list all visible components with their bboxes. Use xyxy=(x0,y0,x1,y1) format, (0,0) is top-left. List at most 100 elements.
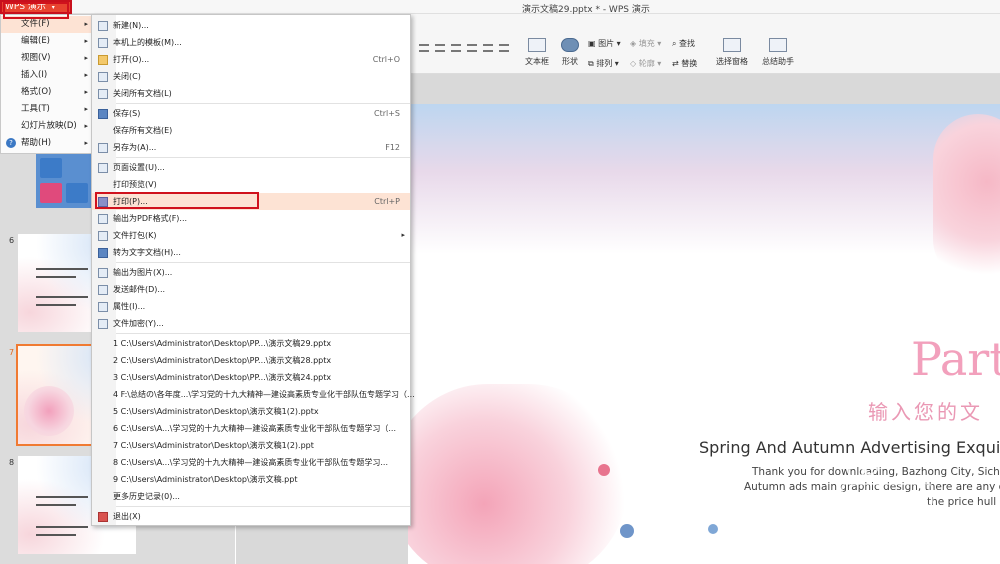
menu-insert[interactable]: 插入(I) ▸ xyxy=(1,67,91,84)
menu-item-package[interactable]: 文件打包(K) ▸ xyxy=(92,227,410,244)
menu-format-label: 格式(O) xyxy=(21,87,52,97)
align-left-icon[interactable] xyxy=(419,44,429,52)
arrange-icon: ⧉ xyxy=(588,59,594,68)
arrange-button[interactable]: ⧉ 排列 ▾ xyxy=(588,58,619,69)
watermark-logo-graphic xyxy=(841,457,933,507)
shape-button[interactable]: 形状 xyxy=(561,38,579,67)
slide-cn-subtitle[interactable]: 输入您的文 xyxy=(868,396,983,425)
summary-assistant-button[interactable]: 总结助手 xyxy=(762,38,794,67)
main-menu: 文件(F) ▸ 编辑(E) ▸ 视图(V) ▸ 插入(I) ▸ 格式(O) ▸ 工具(T)… xyxy=(0,14,92,154)
menu-item-exit[interactable]: 退出(X) xyxy=(92,508,410,525)
recent-file-item[interactable]: 8 C:\Users\A...\学习党的十九大精神—建设高素质专业化干部队伍专题… xyxy=(92,454,410,471)
menu-edit[interactable]: 编辑(E) ▸ xyxy=(1,33,91,50)
recent-file-item[interactable]: 6 C:\Users\A...\学习党的十九大精神—建设高素质专业化干部队伍专题… xyxy=(92,420,410,437)
align-right-icon[interactable] xyxy=(451,44,461,52)
menu-item-shortcut: Ctrl+P xyxy=(374,197,400,206)
chevron-right-icon: ▸ xyxy=(84,105,88,113)
menu-slideshow[interactable]: 幻灯片放映(D) ▸ xyxy=(1,118,91,135)
fill-button[interactable]: ◈ 填充 ▾ xyxy=(630,38,661,49)
chevron-right-icon: ▸ xyxy=(84,122,88,130)
menu-item-label: 另存为(A)... xyxy=(113,143,157,152)
thumbnail-text-line xyxy=(36,534,76,536)
file-menu-dropdown: 新建(N)... 本机上的模板(M)... 打开(O)... Ctrl+O 关闭(… xyxy=(91,14,415,526)
save-as-icon xyxy=(98,143,108,153)
menu-separator xyxy=(116,103,410,104)
file-menu-highlight-box xyxy=(3,2,69,19)
recent-file-item[interactable]: 3 C:\Users\Administrator\Desktop\PP...\演… xyxy=(92,369,410,386)
menu-help[interactable]: ? 帮助(H) ▸ xyxy=(1,135,91,152)
thumbnail-5-partial[interactable] xyxy=(36,154,92,208)
menu-item-save[interactable]: 保存(S) Ctrl+S xyxy=(92,105,410,122)
title-bar: WPS 演示 ▾ 演示文稿29.pptx * - WPS 演示 xyxy=(0,0,1000,15)
summary-assistant-icon xyxy=(769,38,787,52)
align-justify-icon[interactable] xyxy=(467,44,477,52)
thumbnail-text-line xyxy=(36,304,76,306)
menu-item-export-pdf[interactable]: 输出为PDF格式(F)... xyxy=(92,210,410,227)
slide-part-title[interactable]: Part xyxy=(911,332,1000,386)
picture-label: 图片 xyxy=(598,39,615,48)
menu-slideshow-label: 幻灯片放映(D) xyxy=(21,121,77,131)
menu-item-print-preview[interactable]: 打印预览(V) xyxy=(92,176,410,193)
menu-item-local-template[interactable]: 本机上的模板(M)... xyxy=(92,34,410,51)
menu-item-export-image[interactable]: 输出为图片(X)... xyxy=(92,264,410,281)
menu-item-label: 关闭所有文档(L) xyxy=(113,89,172,98)
outline-button[interactable]: ◇ 轮廓 ▾ xyxy=(630,58,661,69)
recent-file-item[interactable]: 9 C:\Users\Administrator\Desktop\演示文稿.pp… xyxy=(92,471,410,488)
menu-item-label: 发送邮件(D)... xyxy=(113,285,166,294)
menu-item-shortcut: F12 xyxy=(385,143,400,152)
chevron-right-icon: ▸ xyxy=(84,54,88,62)
menu-item-close-all[interactable]: 关闭所有文档(L) xyxy=(92,85,410,102)
menu-item-properties[interactable]: 属性(I)... xyxy=(92,298,410,315)
recent-file-path: 8 C:\Users\A...\学习党的十九大精神—建设高素质专业化干部队伍专题… xyxy=(113,458,388,467)
recent-file-item[interactable]: 5 C:\Users\Administrator\Desktop\演示文稿1(2… xyxy=(92,403,410,420)
menu-item-more-history[interactable]: 更多历史记录(0)... xyxy=(92,488,410,505)
picture-button[interactable]: ▣ 图片 ▾ xyxy=(588,38,621,49)
video-icon xyxy=(66,183,88,203)
select-pane-icon xyxy=(723,38,741,52)
folder-icon xyxy=(98,55,108,65)
align-center-icon[interactable] xyxy=(435,44,445,52)
pdf-icon xyxy=(98,214,108,224)
menu-item-label: 输出为PDF格式(F)... xyxy=(113,214,188,223)
menu-item-send-mail[interactable]: 发送邮件(D)... xyxy=(92,281,410,298)
recent-file-path: 7 C:\Users\Administrator\Desktop\演示文稿1(2… xyxy=(113,441,314,450)
menu-format[interactable]: 格式(O) ▸ xyxy=(1,84,91,101)
menu-item-save-all[interactable]: 保存所有文档(E) xyxy=(92,122,410,139)
menu-item-to-text-doc[interactable]: 转为文字文档(H)... xyxy=(92,244,410,261)
menu-item-close[interactable]: 关闭(C) xyxy=(92,68,410,85)
recent-file-item[interactable]: 1 C:\Users\Administrator\Desktop\PP...\演… xyxy=(92,335,410,352)
flower-illustration xyxy=(933,114,1000,284)
menu-item-page-setup[interactable]: 页面设置(U)... xyxy=(92,159,410,176)
replace-label: 替换 xyxy=(681,59,698,68)
recent-file-path: 6 C:\Users\A...\学习党的十九大精神—建设高素质专业化干部队伍专题… xyxy=(113,424,396,433)
menu-item-encrypt[interactable]: 文件加密(Y)... xyxy=(92,315,410,332)
find-label: 查找 xyxy=(679,39,696,48)
thumbnail-text-line xyxy=(36,496,88,498)
print-highlight-box xyxy=(95,192,259,209)
convert-doc-icon xyxy=(98,248,108,258)
menu-view[interactable]: 视图(V) ▸ xyxy=(1,50,91,67)
distribute-icon[interactable] xyxy=(483,44,493,52)
menu-item-label: 保存(S) xyxy=(113,109,141,118)
menu-tools[interactable]: 工具(T) ▸ xyxy=(1,101,91,118)
summary-assistant-label: 总结助手 xyxy=(762,57,794,66)
textbox-button[interactable]: 文本框 xyxy=(525,38,549,67)
recent-file-item[interactable]: 7 C:\Users\Administrator\Desktop\演示文稿1(2… xyxy=(92,437,410,454)
menu-item-save-as[interactable]: 另存为(A)... F12 xyxy=(92,139,410,156)
menu-item-label: 转为文字文档(H)... xyxy=(113,248,181,257)
find-button[interactable]: ⌕ 查找 xyxy=(672,38,695,49)
recent-file-item[interactable]: 4 F:\总结の\各年度...\学习党的十九大精神—建设高素质专业化干部队伍专题… xyxy=(92,386,415,403)
select-pane-button[interactable]: 选择窗格 xyxy=(716,38,748,67)
lock-icon xyxy=(98,319,108,329)
line-spacing-icon[interactable] xyxy=(499,44,509,52)
mail-icon xyxy=(98,285,108,295)
textbox-label: 文本框 xyxy=(525,57,549,66)
thumbnail-number: 7 xyxy=(9,348,15,357)
menu-item-open[interactable]: 打开(O)... Ctrl+O xyxy=(92,51,410,68)
recent-file-item[interactable]: 2 C:\Users\Administrator\Desktop\PP...\演… xyxy=(92,352,410,369)
replace-button[interactable]: ⇄ 替换 xyxy=(672,58,697,69)
menu-item-label: 更多历史记录(0)... xyxy=(113,492,180,501)
new-file-icon xyxy=(98,21,108,31)
menu-item-new[interactable]: 新建(N)... xyxy=(92,17,410,34)
thumbnail-text-line xyxy=(36,526,88,528)
